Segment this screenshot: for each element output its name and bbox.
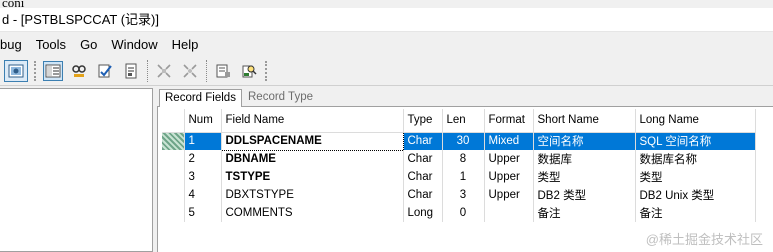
table-row[interactable]: 4 DBXTSTYPE Char 3 Upper DB2 类型 DB2 Unix… [162,186,756,204]
collapse-icon[interactable] [180,61,200,81]
project-workspace-icon[interactable] [4,60,28,82]
cell-len: 30 [442,132,485,150]
menu-help[interactable]: Help [165,34,206,56]
view-fields-icon[interactable] [43,61,63,81]
cell-field-name: COMMENTS [221,204,404,222]
column-header-long-name[interactable]: Long Name [635,109,756,133]
validate-icon[interactable] [95,61,115,81]
cell-field-name: DDLSPACENAME [220,131,404,151]
column-header-type[interactable]: Type [403,109,443,133]
cell-format: Upper [484,186,534,204]
cell-num: 3 [184,168,222,186]
properties-icon[interactable] [121,61,141,81]
watermark: @稀土掘金技术社区 [645,232,763,247]
cell-field-name: DBNAME [221,150,404,168]
cell-num: 1 [184,132,222,150]
cell-short-name: 类型 [533,168,636,186]
cell-type: Char [403,132,443,150]
header-indicator [162,109,185,133]
cell-num: 2 [184,150,222,168]
menu-debug[interactable]: bug [0,34,29,56]
row-indicator[interactable] [162,150,185,168]
table-row[interactable]: 3 TSTYPE Char 1 Upper 类型 类型 [162,168,756,186]
menu-window[interactable]: Window [104,34,164,56]
tab-record-type[interactable]: Record Type [243,89,318,107]
window-title: d - [PSTBLSPCCAT (记录)] [0,8,773,32]
cell-type: Char [403,150,443,168]
row-indicator[interactable] [162,204,185,222]
cell-short-name: 备注 [533,204,636,222]
project-tree-pane[interactable] [0,88,153,252]
cell-long-name: 备注 [635,204,756,222]
cell-num: 4 [184,186,222,204]
table-header-row: Num Field Name Type Len Format Short Nam… [162,109,756,133]
cell-format [484,204,534,222]
cell-long-name: SQL 空间名称 [635,132,756,150]
toolbar-separator [206,60,207,82]
record-fields-grid: Num Field Name Type Len Format Short Nam… [157,106,773,252]
fields-table: Num Field Name Type Len Format Short Nam… [162,109,756,222]
table-row[interactable]: 1 DDLSPACENAME Char 30 Mixed 空间名称 SQL 空间… [162,131,756,151]
menu-bar: bug Tools Go Window Help [0,34,773,56]
cell-format: Mixed [484,132,534,150]
cell-field-name: DBXTSTYPE [221,186,404,204]
cell-len: 3 [442,186,485,204]
cell-short-name: 空间名称 [533,132,636,150]
tab-strip: Record Fields Record Type [157,88,773,107]
cell-format: Upper [484,168,534,186]
cell-type: Char [403,186,443,204]
column-header-short-name[interactable]: Short Name [533,109,636,133]
table-row[interactable]: 5 COMMENTS Long 0 备注 备注 [162,204,756,222]
expand-icon[interactable] [154,61,174,81]
cell-format: Upper [484,150,534,168]
find-icon[interactable] [239,61,259,81]
column-header-format[interactable]: Format [484,109,534,133]
row-indicator[interactable] [162,186,185,204]
cell-len: 8 [442,150,485,168]
cell-type: Char [403,168,443,186]
menu-go[interactable]: Go [73,34,104,56]
insert-field-icon[interactable] [213,61,233,81]
column-header-len[interactable]: Len [442,109,485,133]
top-cut-text: coni [2,0,25,10]
cell-long-name: 类型 [635,168,756,186]
cell-short-name: DB2 类型 [533,186,636,204]
cell-field-name: TSTYPE [221,168,404,186]
cell-short-name: 数据库 [533,150,636,168]
cell-len: 1 [442,168,485,186]
menu-tools[interactable]: Tools [29,34,73,56]
cell-long-name: DB2 Unix 类型 [635,186,756,204]
toolbar [0,56,773,86]
row-indicator[interactable] [162,132,185,150]
column-header-field-name[interactable]: Field Name [221,109,404,133]
cell-long-name: 数据库名称 [635,150,756,168]
cell-num: 5 [184,204,222,222]
cell-type: Long [403,204,443,222]
table-row[interactable]: 2 DBNAME Char 8 Upper 数据库 数据库名称 [162,150,756,168]
row-indicator[interactable] [162,168,185,186]
cell-len: 0 [442,204,485,222]
toolbar-grip [265,61,268,81]
tab-record-fields[interactable]: Record Fields [159,89,242,107]
find-references-icon[interactable] [69,61,89,81]
toolbar-grip [34,61,37,81]
toolbar-separator [147,60,148,82]
column-header-num[interactable]: Num [184,109,222,133]
